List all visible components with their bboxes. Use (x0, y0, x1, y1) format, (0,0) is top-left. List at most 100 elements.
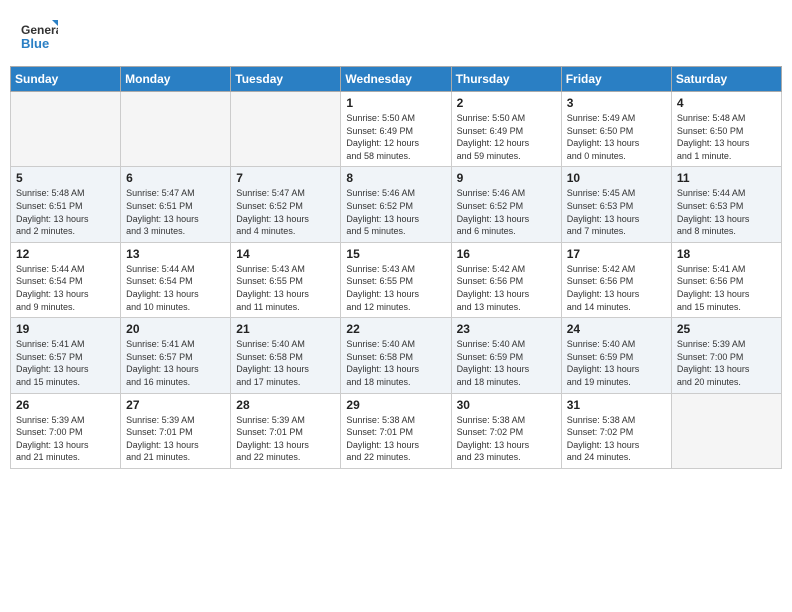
day-info: Sunrise: 5:42 AM Sunset: 6:56 PM Dayligh… (567, 263, 666, 313)
day-info: Sunrise: 5:41 AM Sunset: 6:56 PM Dayligh… (677, 263, 776, 313)
day-number: 14 (236, 247, 335, 261)
calendar-cell: 30 Sunrise: 5:38 AM Sunset: 7:02 PM Dayli… (451, 393, 561, 468)
calendar-cell: 24 Sunrise: 5:40 AM Sunset: 6:59 PM Dayli… (561, 318, 671, 393)
day-number: 3 (567, 96, 666, 110)
calendar-cell: 12 Sunrise: 5:44 AM Sunset: 6:54 PM Dayli… (11, 242, 121, 317)
day-info: Sunrise: 5:49 AM Sunset: 6:50 PM Dayligh… (567, 112, 666, 162)
day-number: 28 (236, 398, 335, 412)
day-info: Sunrise: 5:42 AM Sunset: 6:56 PM Dayligh… (457, 263, 556, 313)
calendar-cell (11, 92, 121, 167)
day-number: 2 (457, 96, 556, 110)
day-info: Sunrise: 5:43 AM Sunset: 6:55 PM Dayligh… (346, 263, 445, 313)
calendar-cell: 13Sunrise: 5:44 AM Sunset: 6:54 PM Dayli… (121, 242, 231, 317)
calendar-cell: 14Sunrise: 5:43 AM Sunset: 6:55 PM Dayli… (231, 242, 341, 317)
day-number: 9 (457, 171, 556, 185)
calendar-cell: 11Sunrise: 5:44 AM Sunset: 6:53 PM Dayli… (671, 167, 781, 242)
page-header: General Blue (10, 10, 782, 60)
day-number: 17 (567, 247, 666, 261)
day-number: 26 (16, 398, 115, 412)
day-info: Sunrise: 5:44 AM Sunset: 6:54 PM Dayligh… (126, 263, 225, 313)
calendar-table: SundayMondayTuesdayWednesdayThursdayFrid… (10, 66, 782, 469)
day-info: Sunrise: 5:40 AM Sunset: 6:59 PM Dayligh… (567, 338, 666, 388)
calendar-cell: 16 Sunrise: 5:42 AM Sunset: 6:56 PM Dayli… (451, 242, 561, 317)
weekday-header-thursday: Thursday (451, 67, 561, 92)
calendar-cell: 9 Sunrise: 5:46 AM Sunset: 6:52 PM Daylig… (451, 167, 561, 242)
day-info: Sunrise: 5:39 AM Sunset: 7:01 PM Dayligh… (236, 414, 335, 464)
day-info: Sunrise: 5:38 AM Sunset: 7:02 PM Dayligh… (457, 414, 556, 464)
calendar-week-row: 1 Sunrise: 5:50 AM Sunset: 6:49 PM Daylig… (11, 92, 782, 167)
calendar-cell: 23 Sunrise: 5:40 AM Sunset: 6:59 PM Dayli… (451, 318, 561, 393)
day-number: 21 (236, 322, 335, 336)
calendar-cell: 5Sunrise: 5:48 AM Sunset: 6:51 PM Daylig… (11, 167, 121, 242)
calendar-cell: 10 Sunrise: 5:45 AM Sunset: 6:53 PM Dayli… (561, 167, 671, 242)
calendar-cell: 19Sunrise: 5:41 AM Sunset: 6:57 PM Dayli… (11, 318, 121, 393)
day-number: 16 (457, 247, 556, 261)
calendar-cell: 28 Sunrise: 5:39 AM Sunset: 7:01 PM Dayli… (231, 393, 341, 468)
calendar-header-row: SundayMondayTuesdayWednesdayThursdayFrid… (11, 67, 782, 92)
weekday-header-monday: Monday (121, 67, 231, 92)
day-number: 1 (346, 96, 445, 110)
day-number: 31 (567, 398, 666, 412)
svg-text:Blue: Blue (21, 36, 49, 51)
calendar-cell (231, 92, 341, 167)
calendar-cell: 1 Sunrise: 5:50 AM Sunset: 6:49 PM Daylig… (341, 92, 451, 167)
calendar-cell: 3 Sunrise: 5:49 AM Sunset: 6:50 PM Daylig… (561, 92, 671, 167)
day-number: 30 (457, 398, 556, 412)
day-number: 10 (567, 171, 666, 185)
day-info: Sunrise: 5:40 AM Sunset: 6:59 PM Dayligh… (457, 338, 556, 388)
day-number: 27 (126, 398, 225, 412)
calendar-cell: 21 Sunrise: 5:40 AM Sunset: 6:58 PM Dayli… (231, 318, 341, 393)
day-number: 18 (677, 247, 776, 261)
calendar-cell: 6Sunrise: 5:47 AM Sunset: 6:51 PM Daylig… (121, 167, 231, 242)
day-info: Sunrise: 5:38 AM Sunset: 7:01 PM Dayligh… (346, 414, 445, 464)
calendar-week-row: 19Sunrise: 5:41 AM Sunset: 6:57 PM Dayli… (11, 318, 782, 393)
day-info: Sunrise: 5:40 AM Sunset: 6:58 PM Dayligh… (236, 338, 335, 388)
calendar-cell: 15Sunrise: 5:43 AM Sunset: 6:55 PM Dayli… (341, 242, 451, 317)
day-info: Sunrise: 5:45 AM Sunset: 6:53 PM Dayligh… (567, 187, 666, 237)
weekday-header-wednesday: Wednesday (341, 67, 451, 92)
calendar-cell: 27 Sunrise: 5:39 AM Sunset: 7:01 PM Dayli… (121, 393, 231, 468)
calendar-cell: 17 Sunrise: 5:42 AM Sunset: 6:56 PM Dayli… (561, 242, 671, 317)
calendar-cell (671, 393, 781, 468)
calendar-cell: 2 Sunrise: 5:50 AM Sunset: 6:49 PM Daylig… (451, 92, 561, 167)
calendar-week-row: 26 Sunrise: 5:39 AM Sunset: 7:00 PM Dayli… (11, 393, 782, 468)
calendar-cell: 31Sunrise: 5:38 AM Sunset: 7:02 PM Dayli… (561, 393, 671, 468)
calendar-cell: 4 Sunrise: 5:48 AM Sunset: 6:50 PM Daylig… (671, 92, 781, 167)
day-number: 24 (567, 322, 666, 336)
calendar-cell: 29Sunrise: 5:38 AM Sunset: 7:01 PM Dayli… (341, 393, 451, 468)
calendar-cell: 26 Sunrise: 5:39 AM Sunset: 7:00 PM Dayli… (11, 393, 121, 468)
calendar-cell: 22 Sunrise: 5:40 AM Sunset: 6:58 PM Dayli… (341, 318, 451, 393)
day-info: Sunrise: 5:39 AM Sunset: 7:01 PM Dayligh… (126, 414, 225, 464)
day-number: 19 (16, 322, 115, 336)
day-info: Sunrise: 5:50 AM Sunset: 6:49 PM Dayligh… (346, 112, 445, 162)
day-number: 7 (236, 171, 335, 185)
calendar-cell: 25Sunrise: 5:39 AM Sunset: 7:00 PM Dayli… (671, 318, 781, 393)
day-info: Sunrise: 5:50 AM Sunset: 6:49 PM Dayligh… (457, 112, 556, 162)
day-number: 20 (126, 322, 225, 336)
weekday-header-tuesday: Tuesday (231, 67, 341, 92)
day-number: 11 (677, 171, 776, 185)
day-info: Sunrise: 5:47 AM Sunset: 6:51 PM Dayligh… (126, 187, 225, 237)
svg-text:General: General (21, 23, 58, 37)
calendar-week-row: 12 Sunrise: 5:44 AM Sunset: 6:54 PM Dayli… (11, 242, 782, 317)
calendar-cell: 20Sunrise: 5:41 AM Sunset: 6:57 PM Dayli… (121, 318, 231, 393)
day-info: Sunrise: 5:46 AM Sunset: 6:52 PM Dayligh… (346, 187, 445, 237)
calendar-cell: 8 Sunrise: 5:46 AM Sunset: 6:52 PM Daylig… (341, 167, 451, 242)
day-number: 4 (677, 96, 776, 110)
day-info: Sunrise: 5:44 AM Sunset: 6:54 PM Dayligh… (16, 263, 115, 313)
weekday-header-saturday: Saturday (671, 67, 781, 92)
day-number: 22 (346, 322, 445, 336)
day-number: 8 (346, 171, 445, 185)
day-info: Sunrise: 5:48 AM Sunset: 6:50 PM Dayligh… (677, 112, 776, 162)
logo-svg: General Blue (20, 18, 58, 56)
logo: General Blue (20, 18, 58, 56)
day-info: Sunrise: 5:46 AM Sunset: 6:52 PM Dayligh… (457, 187, 556, 237)
calendar-cell: 18 Sunrise: 5:41 AM Sunset: 6:56 PM Dayli… (671, 242, 781, 317)
day-info: Sunrise: 5:40 AM Sunset: 6:58 PM Dayligh… (346, 338, 445, 388)
day-info: Sunrise: 5:39 AM Sunset: 7:00 PM Dayligh… (16, 414, 115, 464)
day-number: 23 (457, 322, 556, 336)
day-number: 5 (16, 171, 115, 185)
day-number: 12 (16, 247, 115, 261)
day-info: Sunrise: 5:47 AM Sunset: 6:52 PM Dayligh… (236, 187, 335, 237)
calendar-week-row: 5Sunrise: 5:48 AM Sunset: 6:51 PM Daylig… (11, 167, 782, 242)
